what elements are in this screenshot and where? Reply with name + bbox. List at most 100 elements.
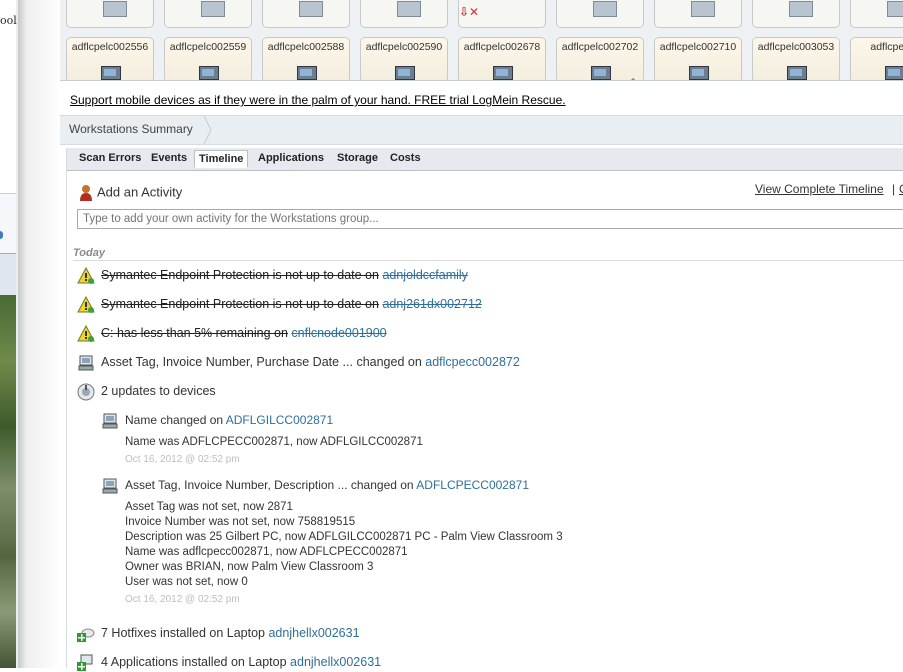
tab-scan-errors[interactable]: Scan Errors [79, 152, 141, 164]
background-window-panel [0, 0, 16, 193]
activity-input[interactable] [77, 209, 903, 229]
device-tile-top[interactable] [66, 0, 154, 28]
splitter-handle-icon[interactable]: ◆ [630, 76, 638, 80]
device-link[interactable]: cnflcnode001900 [291, 326, 386, 340]
device-name: adflcpelc003053 [757, 41, 835, 53]
update-icon [77, 383, 95, 401]
background-window-bar [0, 253, 16, 296]
warning-icon [77, 267, 95, 284]
change-detail: Invoice Number was not set, now 75881951… [125, 516, 356, 528]
device-tile[interactable]: adflcpelc003053 [752, 37, 840, 80]
applications-icon [77, 654, 93, 671]
change-detail: Name was ADFLCPECC002871, now ADFLGILCC0… [125, 436, 423, 448]
ad-link[interactable]: Support mobile devices as if they were i… [70, 93, 566, 107]
computer-icon [201, 1, 225, 17]
window-shadow [18, 0, 60, 668]
device-tile[interactable]: adflcpelc002678 [458, 37, 546, 80]
background-window: ool [0, 0, 19, 668]
device-link[interactable]: adnj261dx002712 [382, 297, 481, 311]
device-link[interactable]: adnjoldccfamily [382, 268, 467, 282]
warning-icon [77, 296, 95, 313]
breadcrumb-chevron-icon [203, 116, 212, 144]
spiceworks-app: ⇩✕ adflcpelc002556 adflcpelc002559 adflc… [60, 0, 903, 671]
device-name: adflcpelc002556 [71, 41, 149, 53]
link-separator: | [892, 182, 896, 196]
device-tile-top[interactable] [752, 0, 840, 28]
computer-icon [397, 1, 421, 17]
device-link[interactable]: adnjhellx002631 [268, 626, 359, 640]
computer-icon [787, 66, 807, 80]
device-tile[interactable]: adflcpelc002710 [654, 37, 742, 80]
tab-costs[interactable]: Costs [390, 152, 421, 164]
device-tile[interactable]: adflcpelc002588 [262, 37, 350, 80]
device-name: adflcpelc002702 [561, 41, 639, 53]
offline-alert-icon: ⇩✕ [459, 5, 480, 19]
device-tile[interactable]: adflcpelc0 [850, 37, 903, 80]
sub-item-text: Name changed on [125, 413, 224, 427]
change-detail: Asset Tag was not set, now 2871 [125, 501, 293, 513]
warning-icon [77, 325, 95, 342]
device-link[interactable]: adnjhellx002631 [290, 655, 381, 669]
device-tile[interactable]: adflcpelc002559 [164, 37, 252, 80]
timeline-item-text: Symantec Endpoint Protection is not up t… [101, 297, 379, 311]
device-link[interactable]: ADFLCPECC002871 [416, 478, 529, 492]
device-tile[interactable]: adflcpelc002702 [556, 37, 644, 80]
tab-timeline[interactable]: Timeline [194, 150, 249, 168]
computer-icon [887, 1, 903, 17]
device-name: adflcpelc002710 [659, 41, 737, 53]
timeline-item-text: 4 Applications installed on Laptop [101, 655, 287, 669]
tab-storage[interactable]: Storage [337, 152, 378, 164]
computer-icon [395, 66, 415, 80]
view-complete-timeline-link[interactable]: View Complete Timeline [755, 182, 884, 196]
computer-icon [885, 66, 903, 80]
breadcrumb-workstations-summary[interactable]: Workstations Summary [69, 122, 193, 136]
computer-icon [297, 66, 317, 80]
next-link[interactable]: C [899, 182, 903, 196]
sub-item-text: Asset Tag, Invoice Number, Description .… [125, 478, 414, 492]
change-detail: Owner was BRIAN, now Palm View Classroom… [125, 561, 374, 573]
device-tile-top[interactable] [850, 0, 903, 28]
device-tile[interactable]: adflcpelc002556 [66, 37, 154, 80]
computer-icon [299, 1, 323, 17]
background-window-section [0, 193, 16, 254]
tab-bar: Scan Errors Events Timeline Applications… [67, 148, 903, 171]
computer-icon [102, 413, 118, 429]
device-name: adflcpelc0 [870, 41, 903, 53]
device-name: adflcpelc002678 [463, 41, 541, 53]
device-tile[interactable]: adflcpelc002590 [360, 37, 448, 80]
background-window-text: ool [0, 14, 17, 27]
timeline-item-text: C: has less than 5% remaining on [101, 326, 288, 340]
timeline-item-text: 7 Hotfixes installed on Laptop [101, 626, 265, 640]
device-name: adflcpelc002588 [267, 41, 345, 53]
desktop-wallpaper [0, 295, 16, 668]
computer-icon [593, 1, 617, 17]
hotfix-icon [77, 628, 95, 642]
computer-icon [101, 66, 121, 80]
breadcrumb: Workstations Summary [60, 115, 903, 145]
device-tile-top[interactable] [262, 0, 350, 28]
change-detail: Name was adflcpecc002871, now ADFLCPECC0… [125, 546, 408, 558]
timeline-panel: Scan Errors Events Timeline Applications… [66, 148, 903, 671]
tab-events[interactable]: Events [151, 152, 187, 164]
device-tile-top[interactable] [556, 0, 644, 28]
device-tiles-area: ⇩✕ adflcpelc002556 adflcpelc002559 adflc… [60, 0, 903, 81]
computer-icon [789, 1, 813, 17]
computer-icon [691, 1, 715, 17]
computer-icon [102, 478, 118, 494]
add-activity-heading: Add an Activity [79, 184, 182, 202]
device-link[interactable]: adflcpecc002872 [425, 355, 520, 369]
change-detail: User was not set, now 0 [125, 576, 248, 588]
device-tile-top[interactable]: ⇩✕ [458, 0, 546, 28]
device-tile-top[interactable] [360, 0, 448, 28]
computer-icon [689, 66, 709, 80]
person-icon [80, 185, 92, 201]
timeline-item-text: Asset Tag, Invoice Number, Purchase Date… [101, 355, 422, 369]
tab-applications[interactable]: Applications [258, 152, 324, 164]
device-tile-top[interactable] [654, 0, 742, 28]
device-link[interactable]: ADFLGILCC002871 [226, 413, 333, 427]
computer-icon [591, 66, 611, 80]
device-tile-top[interactable] [164, 0, 252, 28]
computer-icon [103, 1, 127, 17]
today-section-heading: Today [73, 247, 903, 261]
computer-icon [493, 66, 513, 80]
